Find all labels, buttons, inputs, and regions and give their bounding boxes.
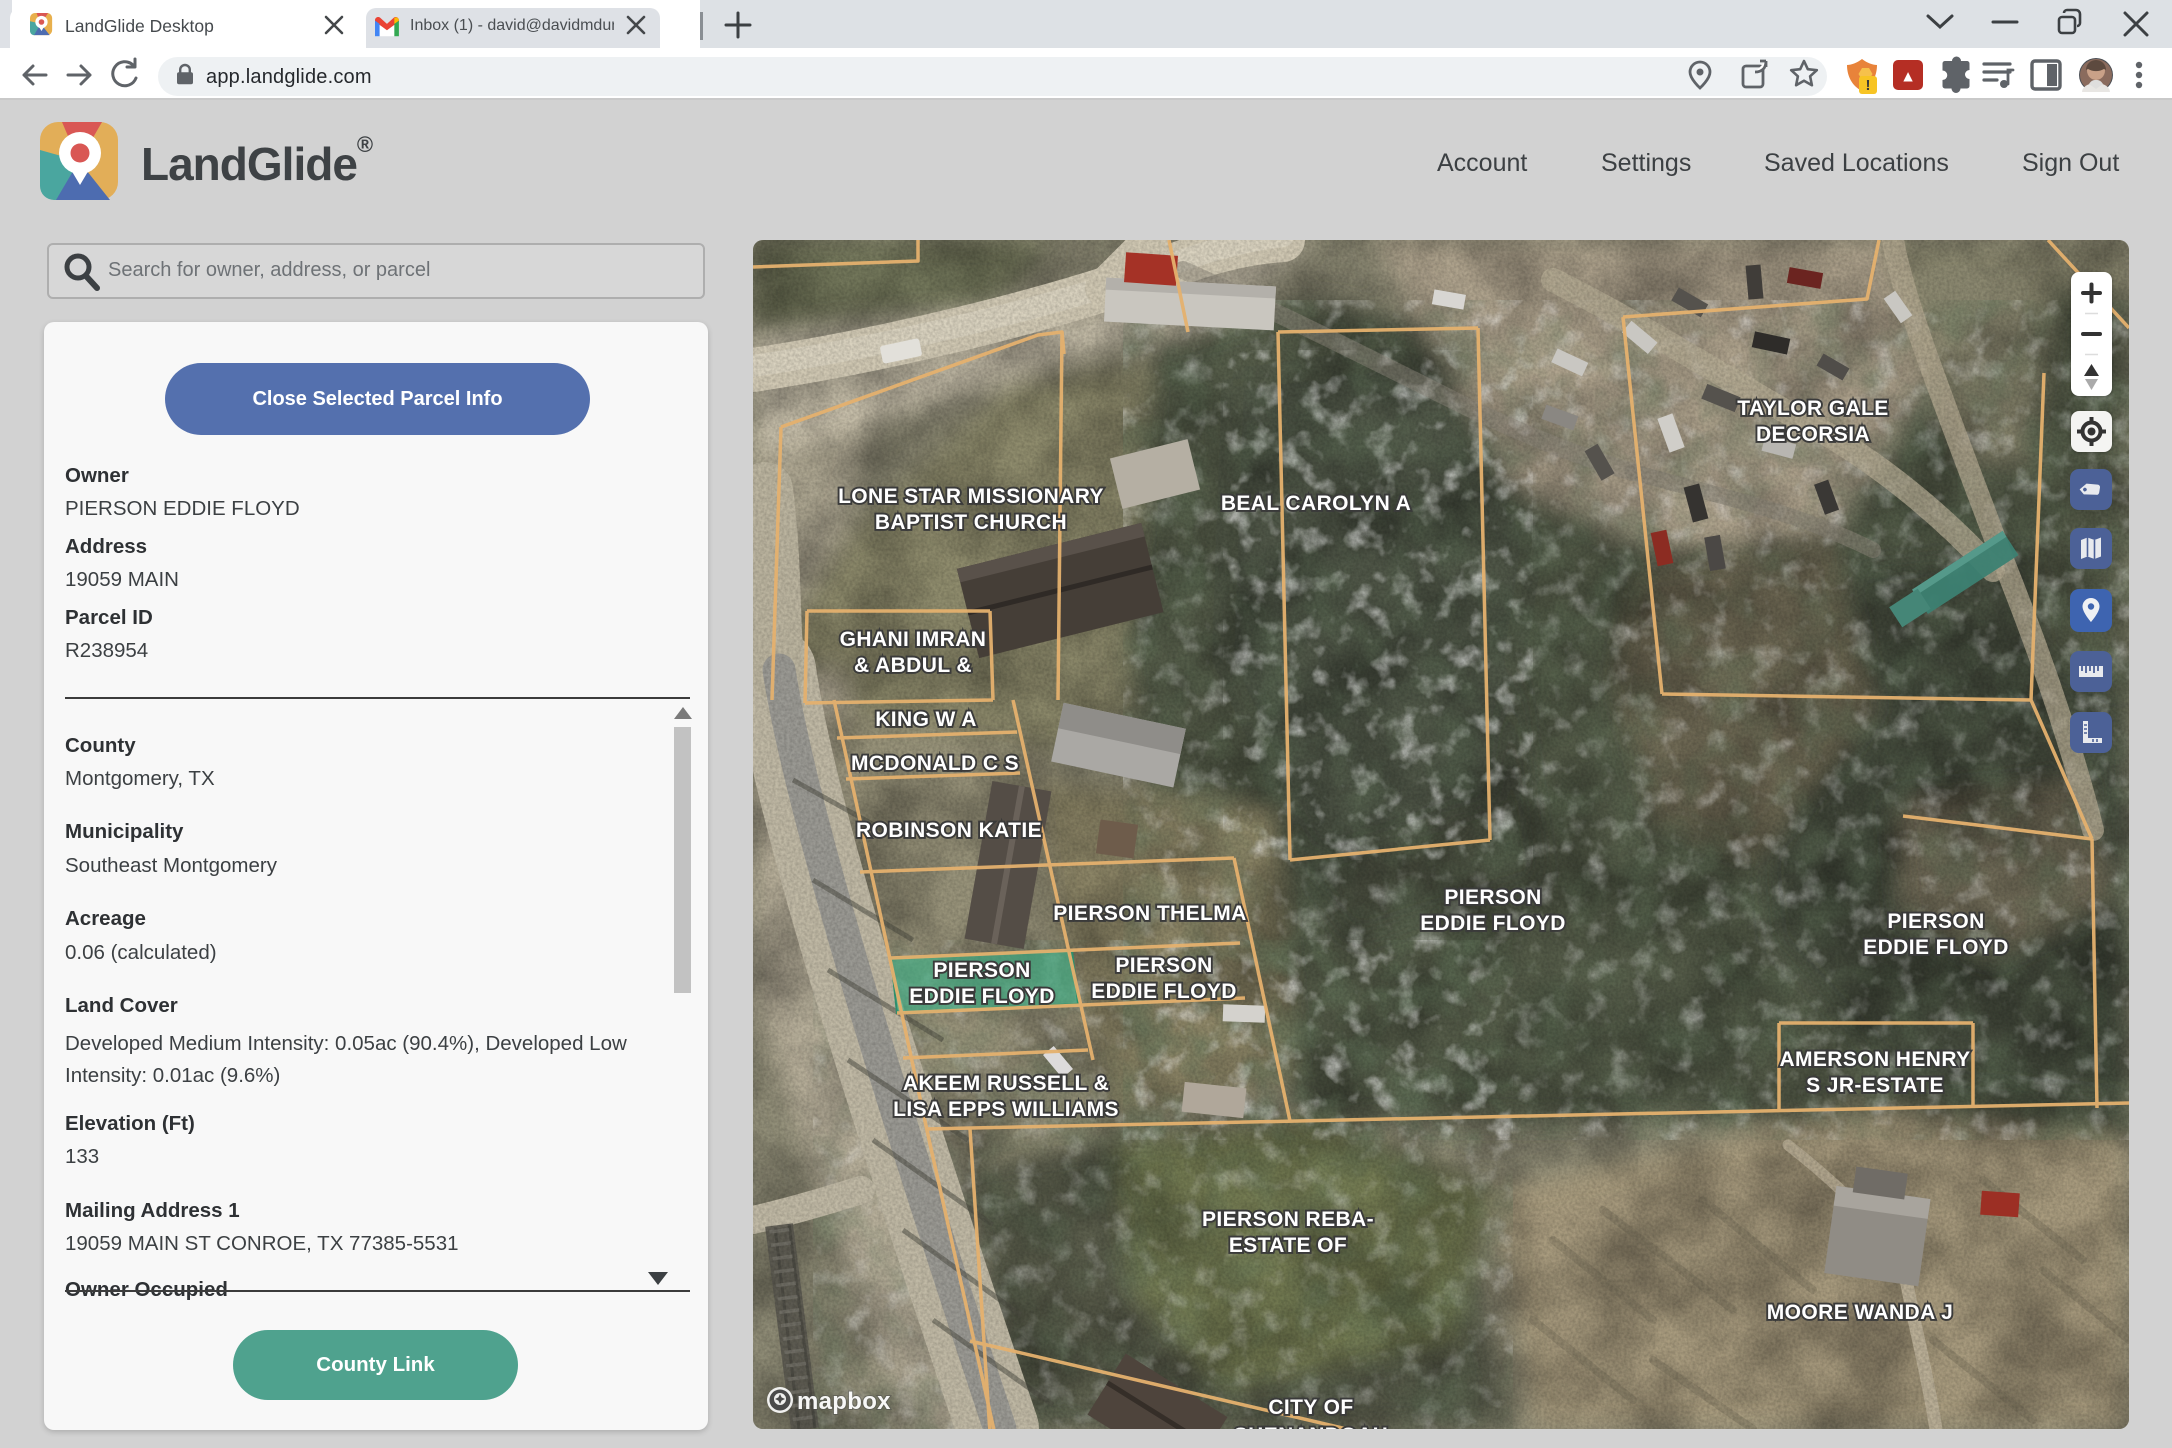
- svg-text:SHENANDOAH: SHENANDOAH: [1234, 1424, 1389, 1429]
- svg-text:▲: ▲: [1900, 69, 1916, 86]
- svg-text:AKEEM RUSSELL &: AKEEM RUSSELL &: [903, 1072, 1109, 1095]
- svg-text:KING W A: KING W A: [875, 708, 977, 731]
- svg-text:EDDIE FLOYD: EDDIE FLOYD: [1863, 936, 2009, 959]
- svg-text:PIERSON: PIERSON: [933, 959, 1030, 982]
- svg-text:DECORSIA: DECORSIA: [1756, 423, 1870, 446]
- svg-text:ESTATE OF: ESTATE OF: [1229, 1234, 1347, 1257]
- svg-text:S JR-ESTATE: S JR-ESTATE: [1806, 1074, 1944, 1097]
- svg-text:EDDIE FLOYD: EDDIE FLOYD: [909, 985, 1055, 1008]
- svg-text:EDDIE FLOYD: EDDIE FLOYD: [1091, 980, 1237, 1003]
- svg-text:TAYLOR GALE: TAYLOR GALE: [1737, 397, 1888, 420]
- svg-text:PIERSON REBA-: PIERSON REBA-: [1202, 1208, 1374, 1231]
- svg-text:LONE STAR MISSIONARY: LONE STAR MISSIONARY: [838, 485, 1104, 508]
- svg-text:MOORE WANDA J: MOORE WANDA J: [1767, 1301, 1953, 1324]
- svg-text:GHANI IMRAN: GHANI IMRAN: [840, 628, 987, 651]
- svg-text:BEAL CAROLYN A: BEAL CAROLYN A: [1221, 492, 1411, 515]
- svg-text:LISA EPPS WILLIAMS: LISA EPPS WILLIAMS: [893, 1098, 1119, 1121]
- svg-text:PIERSON: PIERSON: [1887, 910, 1984, 933]
- svg-text:EDDIE FLOYD: EDDIE FLOYD: [1420, 912, 1566, 935]
- svg-text:CITY OF: CITY OF: [1268, 1396, 1353, 1419]
- svg-text:PIERSON THELMA: PIERSON THELMA: [1053, 902, 1246, 925]
- svg-text:ROBINSON KATIE: ROBINSON KATIE: [856, 819, 1042, 842]
- svg-text:AMERSON HENRY: AMERSON HENRY: [1779, 1048, 1970, 1071]
- svg-text:PIERSON: PIERSON: [1115, 954, 1212, 977]
- svg-text:mapbox: mapbox: [797, 1388, 891, 1415]
- svg-text:& ABDUL &: & ABDUL &: [854, 654, 972, 677]
- svg-text:PIERSON: PIERSON: [1444, 886, 1541, 909]
- svg-text:MCDONALD C S: MCDONALD C S: [851, 752, 1019, 775]
- svg-text:BAPTIST CHURCH: BAPTIST CHURCH: [875, 511, 1067, 534]
- svg-text:!: !: [1866, 77, 1871, 94]
